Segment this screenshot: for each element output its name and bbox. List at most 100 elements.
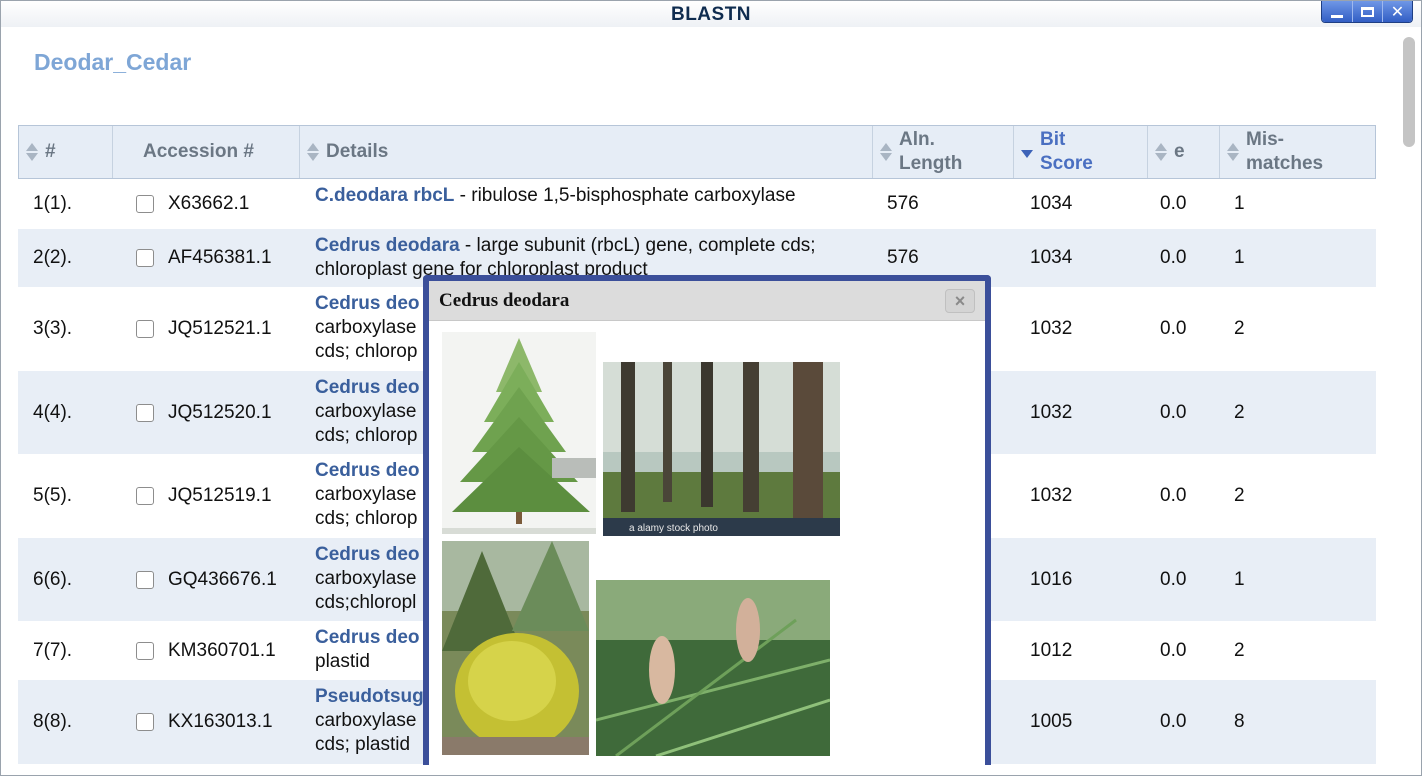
row-checkbox[interactable]: [136, 320, 154, 338]
accession-number: AF456381.1: [168, 247, 272, 268]
sort-icon: [879, 141, 893, 163]
row-checkbox[interactable]: [136, 641, 154, 660]
table-row: 1(1). X63662.1 C.deodara rbcL - ribulose 1…: [18, 179, 1376, 229]
species-link[interactable]: Cedrus deo: [315, 627, 420, 648]
bit-score-cell: 1032: [1030, 401, 1073, 423]
vertical-scrollbar[interactable]: [1401, 33, 1417, 773]
mismatches-cell: 2: [1234, 401, 1245, 423]
sort-icon: [1226, 141, 1240, 163]
details-cell: C.deodara rbcL - ribulose 1,5-bisphospha…: [315, 179, 870, 229]
details-text: - ribulose 1,5-bisphosphate carboxylase: [454, 185, 796, 206]
species-link[interactable]: C.deodara rbcL: [315, 185, 454, 206]
page-title: Deodar_Cedar: [34, 49, 192, 75]
header-e[interactable]: e: [1147, 126, 1219, 178]
row-checkbox[interactable]: [136, 403, 154, 422]
row-number: 7(7).: [33, 639, 73, 661]
sort-icon: [306, 141, 320, 163]
species-link[interactable]: Cedrus deo: [315, 293, 420, 314]
row-number: 3(3).: [33, 318, 73, 339]
details-text: - large subunit (rbcL) gene, complete cd…: [459, 235, 816, 256]
details-text-line3: cds; plastid: [315, 734, 411, 755]
window-title: BLASTN: [670, 4, 752, 25]
row-checkbox[interactable]: [136, 487, 154, 505]
header-bit-score[interactable]: Bit Score: [1013, 126, 1147, 178]
close-icon: ✕: [1390, 4, 1405, 21]
details-text-line3: cds; chlorop: [315, 341, 418, 362]
accession-cell: KM360701.1: [136, 621, 316, 680]
species-link[interactable]: Cedrus deodara: [315, 235, 460, 256]
e-value-cell: 0.0: [1160, 318, 1187, 339]
header-accession: Accession #: [112, 126, 299, 178]
header-aln-length[interactable]: Aln. Length: [872, 126, 1013, 178]
maximize-button[interactable]: [1352, 1, 1382, 22]
sort-desc-icon: [1020, 141, 1034, 163]
accession-number: KX163013.1: [168, 711, 273, 732]
row-checkbox[interactable]: [136, 570, 154, 589]
golden-cedar-shrub-photo[interactable]: [442, 541, 589, 755]
e-value-cell: 0.0: [1160, 401, 1187, 423]
popup-title: Cedrus deodara: [439, 290, 570, 311]
details-text-line2: carboxylase: [315, 484, 417, 505]
scroll-thumb[interactable]: [1403, 37, 1415, 147]
header-mismatches[interactable]: Mis-matches: [1219, 126, 1375, 178]
accession-number: JQ512519.1: [168, 485, 272, 506]
blast-window: BLASTN ✕ Deodar_Cedar # Accession # Deta…: [0, 0, 1422, 776]
accession-number: GQ436676.1: [168, 568, 277, 590]
row-number: 5(5).: [33, 485, 73, 506]
species-link[interactable]: Cedrus deo: [315, 544, 420, 565]
cones-photo-icon: [596, 580, 830, 756]
bit-score-cell: 1012: [1030, 639, 1073, 661]
accession-number: KM360701.1: [168, 639, 276, 661]
header-num[interactable]: #: [19, 126, 112, 178]
accession-cell: JQ512519.1: [136, 454, 316, 538]
bit-score-cell: 1034: [1030, 247, 1073, 268]
mismatches-cell: 1: [1234, 247, 1245, 268]
tree-illustration-icon: [442, 332, 596, 534]
species-link[interactable]: Pseudotsug: [315, 686, 424, 707]
accession-number: X63662.1: [168, 193, 250, 214]
sort-icon: [25, 141, 39, 163]
mismatches-cell: 1: [1234, 193, 1245, 214]
table-header: # Accession # Details Aln. Length Bit Scor…: [18, 125, 1376, 179]
accession-cell: JQ512521.1: [136, 287, 316, 371]
minimize-icon: [1331, 14, 1343, 18]
mismatches-cell: 2: [1234, 485, 1245, 506]
accession-cell: KX163013.1: [136, 680, 316, 764]
species-image-popup: Cedrus deodara × a alamy stock photo: [423, 275, 991, 765]
e-value-cell: 0.0: [1160, 247, 1187, 268]
accession-cell: AF456381.1: [136, 229, 316, 287]
close-icon: ×: [954, 290, 966, 311]
row-number: 2(2).: [33, 247, 73, 268]
mismatches-cell: 8: [1234, 711, 1245, 732]
accession-cell: GQ436676.1: [136, 538, 316, 621]
stock-photo-watermark: a alamy stock photo: [629, 523, 718, 534]
maximize-icon: [1361, 7, 1374, 17]
e-value-cell: 0.0: [1160, 711, 1187, 732]
cedar-tree-illustration[interactable]: [442, 332, 596, 534]
bit-score-cell: 1032: [1030, 485, 1073, 506]
forest-photo-icon: [603, 362, 840, 536]
close-window-button[interactable]: ✕: [1382, 1, 1412, 22]
details-text-line2: carboxylase: [315, 710, 417, 731]
details-text-line3: cds; chlorop: [315, 425, 418, 446]
mismatches-cell: 1: [1234, 568, 1245, 590]
cedar-cones-photo[interactable]: [596, 580, 830, 756]
row-checkbox[interactable]: [136, 713, 154, 731]
minimize-button[interactable]: [1322, 1, 1352, 22]
cedar-forest-photo[interactable]: a alamy stock photo: [603, 362, 840, 536]
species-link[interactable]: Cedrus deo: [315, 377, 420, 398]
details-text-line2: carboxylase: [315, 568, 417, 589]
aln-length-cell: 576: [887, 193, 919, 214]
row-number: 6(6).: [33, 568, 73, 590]
window-controls: ✕: [1321, 1, 1413, 23]
row-number: 1(1).: [33, 193, 73, 214]
popup-close-button[interactable]: ×: [945, 289, 975, 313]
e-value-cell: 0.0: [1160, 568, 1187, 590]
row-checkbox[interactable]: [136, 195, 154, 213]
popup-header: Cedrus deodara ×: [429, 281, 985, 321]
species-link[interactable]: Cedrus deo: [315, 460, 420, 481]
accession-number: JQ512521.1: [168, 318, 272, 339]
header-details[interactable]: Details: [299, 126, 872, 178]
e-value-cell: 0.0: [1160, 485, 1187, 506]
row-checkbox[interactable]: [136, 249, 154, 267]
